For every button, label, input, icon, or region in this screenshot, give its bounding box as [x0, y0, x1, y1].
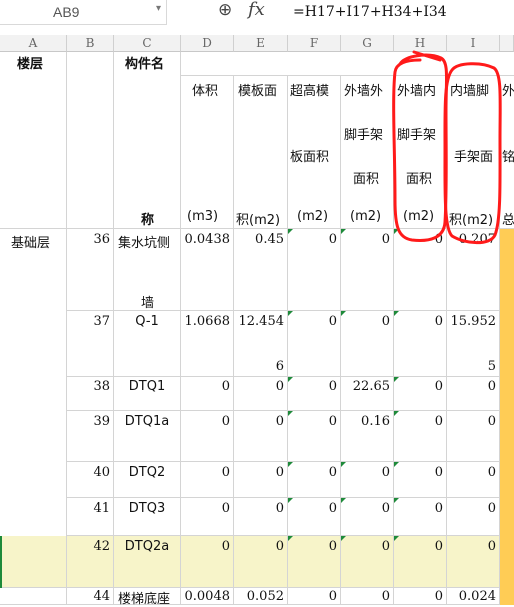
- annotation-circle-h: [392, 50, 449, 242]
- annotation-overlay: [392, 50, 502, 245]
- annotation-circle-i: [443, 62, 502, 245]
